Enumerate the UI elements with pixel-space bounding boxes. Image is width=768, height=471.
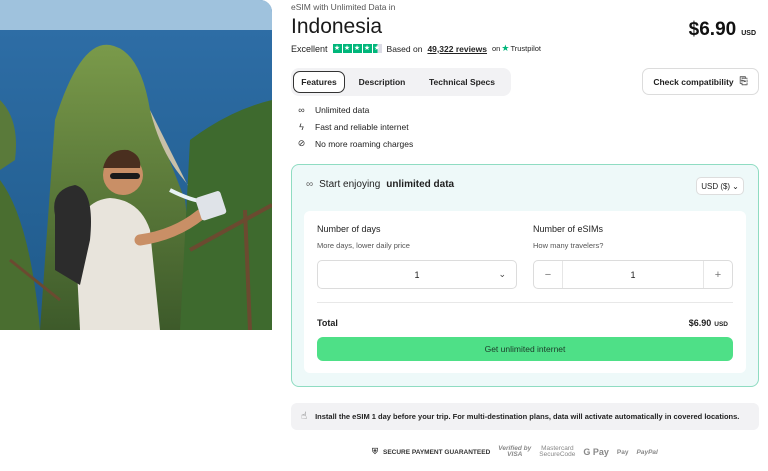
feature-item: ⊘ No more roaming charges <box>296 138 414 149</box>
days-sublabel: More days, lower daily price <box>317 241 410 250</box>
days-label: Number of days <box>317 224 381 234</box>
purchase-heading-bold: unlimited data <box>386 179 455 190</box>
esims-label: Number of eSIMs <box>533 224 604 234</box>
infinity-icon: ∞ <box>306 179 314 190</box>
tab-description[interactable]: Description <box>347 71 417 93</box>
increment-button[interactable]: + <box>704 261 732 288</box>
purchase-heading-prefix: Start enjoying <box>319 179 381 190</box>
apple-pay-logo: Pay <box>616 448 629 456</box>
trustpilot-badge: on ★ Trustpilot <box>492 43 541 54</box>
trustpilot-star-icon: ★ <box>501 43 510 53</box>
secure-payment-label: SECURE PAYMENT GUARANTEED <box>383 448 491 456</box>
total-label: Total <box>317 318 338 328</box>
check-compatibility-button[interactable]: Check compatibility ⎘ <box>642 68 759 95</box>
shield-icon: ⛨ <box>372 447 378 456</box>
feature-list: ∞ Unlimited data ϟ Fast and reliable int… <box>296 104 414 149</box>
feature-item: ∞ Unlimited data <box>296 104 413 115</box>
bolt-icon: ϟ <box>299 121 304 132</box>
divider <box>317 302 733 303</box>
hero-photo <box>0 0 272 330</box>
total-currency: USD <box>714 321 728 328</box>
star-icon: ★ <box>332 44 342 53</box>
secure-payment: ⛨ SECURE PAYMENT GUARANTEED <box>372 447 490 457</box>
rating-row: Excellent ★ ★ ★ ★ ★ Based on 49,322 revi… <box>291 43 541 54</box>
check-compatibility-label: Check compatibility <box>653 76 734 87</box>
purchase-form: Number of days More days, lower daily pr… <box>304 211 746 373</box>
phone-check-icon: ⎘ <box>739 76 748 87</box>
mastercard-securecode-logo: Mastercard SecureCode <box>539 445 576 458</box>
tab-bar: Features Description Technical Specs <box>291 68 511 96</box>
infinity-icon: ∞ <box>298 104 305 115</box>
no-roaming-icon: ⊘ <box>297 138 306 148</box>
feature-item: ϟ Fast and reliable internet <box>296 121 413 132</box>
trustpilot-label: Trustpilot <box>510 44 542 53</box>
price-currency: USD <box>741 30 756 37</box>
days-select-value: 1 <box>414 269 420 280</box>
product-kicker: eSIM with Unlimited Data in <box>291 2 396 12</box>
total-amount: $6.90 <box>688 318 712 328</box>
tab-features[interactable]: Features <box>293 71 345 93</box>
chevron-down-icon: ⌄ <box>732 181 739 191</box>
total-value: $6.90 USD <box>689 318 728 328</box>
feature-label: Fast and reliable internet <box>315 121 409 132</box>
rating-on: on <box>492 44 501 53</box>
currency-select[interactable]: USD ($) ⌄ <box>696 177 744 195</box>
install-notice: ☝ Install the eSIM 1 day before your tri… <box>291 403 759 430</box>
esims-value[interactable]: 1 <box>562 261 704 288</box>
star-icon: ★ <box>342 44 352 53</box>
tab-technical-specs[interactable]: Technical Specs <box>419 71 505 93</box>
purchase-heading: ∞ Start enjoying unlimited data <box>306 179 454 190</box>
rating-stars: ★ ★ ★ ★ ★ <box>332 44 382 53</box>
feature-label: No more roaming charges <box>315 138 414 149</box>
rating-based-on: Based on <box>386 43 423 54</box>
install-notice-text: Install the eSIM 1 day before your trip.… <box>315 412 740 421</box>
price: $6.90 USD <box>689 19 756 41</box>
get-unlimited-internet-button[interactable]: Get unlimited internet <box>317 337 733 361</box>
currency-select-value: USD ($) <box>701 181 731 191</box>
verified-by-visa-logo: Verified by VISA <box>498 445 531 458</box>
reviews-link[interactable]: 49,322 reviews <box>427 44 487 54</box>
visa-line2: VISA <box>507 451 523 458</box>
feature-label: Unlimited data <box>315 104 370 115</box>
star-icon: ★ <box>352 44 362 53</box>
price-amount: $6.90 <box>688 19 737 40</box>
rating-label: Excellent <box>291 43 328 54</box>
google-pay-logo: G Pay <box>583 447 609 457</box>
page-title: Indonesia <box>291 15 383 38</box>
star-icon: ★ <box>362 44 372 53</box>
chevron-down-icon: ⌄ <box>498 269 506 279</box>
paypal-logo: PayPal <box>636 448 658 456</box>
payment-badges: ⛨ SECURE PAYMENT GUARANTEED Verified by … <box>372 445 658 458</box>
days-select[interactable]: 1 ⌄ <box>317 260 517 289</box>
esims-sublabel: How many travelers? <box>533 241 604 250</box>
mc-line2: SecureCode <box>539 451 576 458</box>
half-star-icon: ★ <box>372 44 382 53</box>
esims-stepper: − 1 + <box>533 260 733 289</box>
decrement-button[interactable]: − <box>534 261 562 288</box>
hand-icon: ☝ <box>301 411 308 422</box>
purchase-card: ∞ Start enjoying unlimited data USD ($) … <box>291 164 759 387</box>
